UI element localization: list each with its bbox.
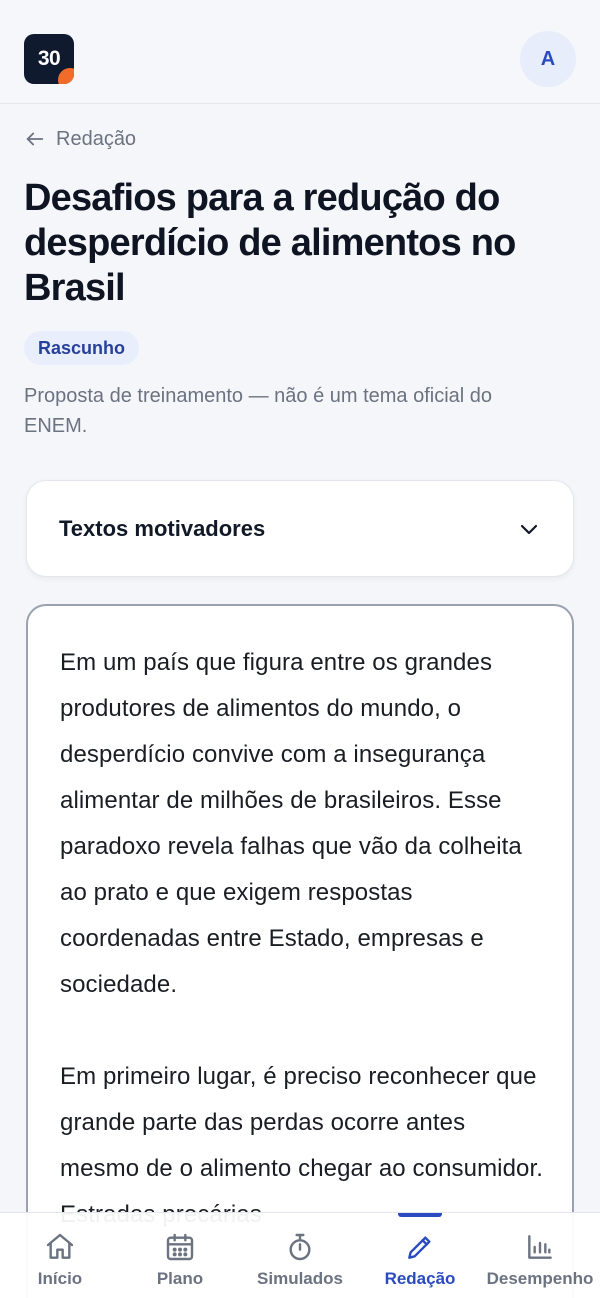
calendar-icon: [166, 1233, 194, 1261]
status-badge-label: Rascunho: [38, 337, 126, 358]
essay-editor-screen: 30 A Redação Desafios para a redução do …: [0, 0, 600, 1298]
nav-label: Desempenho: [486, 1269, 594, 1288]
back-link[interactable]: Redação: [24, 124, 136, 154]
nav-label: Plano: [156, 1269, 204, 1288]
bottom-nav: Início Plano Simulados Redação Desempenh…: [0, 1212, 600, 1298]
nav-item-simulados[interactable]: Simulados: [240, 1213, 360, 1298]
essay-editor[interactable]: Em um país que figura entre os grandes p…: [26, 604, 574, 1298]
page-title: Desafios para a redução do desperdício d…: [24, 177, 516, 309]
avatar-initial: A: [540, 47, 556, 70]
status-badge: Rascunho: [24, 331, 140, 365]
bar-chart-icon: [528, 1235, 552, 1259]
logo-text: 30: [37, 47, 61, 70]
logo-dot: [58, 68, 74, 84]
app-header: 30 A: [0, 0, 600, 104]
nav-label: Redação: [384, 1269, 456, 1288]
pencil-icon: [408, 1236, 431, 1259]
essay-text-area[interactable]: Em um país que figura entre os grandes p…: [60, 640, 544, 1298]
nav-item-desempenho[interactable]: Desempenho: [480, 1213, 600, 1298]
nav-item-plano[interactable]: Plano: [120, 1213, 240, 1298]
home-icon: [46, 1233, 74, 1259]
back-link-label: Redação: [56, 127, 137, 150]
arrow-left-icon: [26, 132, 44, 146]
chevron-down-icon: [520, 524, 538, 534]
nav-label: Início: [37, 1269, 83, 1288]
disclaimer-text: Proposta de treinamento — não é um tema …: [24, 385, 493, 437]
app-logo[interactable]: 30: [24, 34, 74, 84]
active-indicator: [398, 1213, 442, 1217]
nav-label: Simulados: [257, 1269, 343, 1288]
nav-item-inicio[interactable]: Início: [0, 1213, 120, 1298]
stopwatch-icon: [289, 1233, 311, 1261]
accordion-title: Textos motivadores: [59, 515, 266, 541]
nav-item-redacao[interactable]: Redação: [360, 1213, 480, 1298]
avatar[interactable]: A: [520, 31, 576, 87]
motivating-texts-accordion[interactable]: Textos motivadores: [26, 480, 574, 577]
